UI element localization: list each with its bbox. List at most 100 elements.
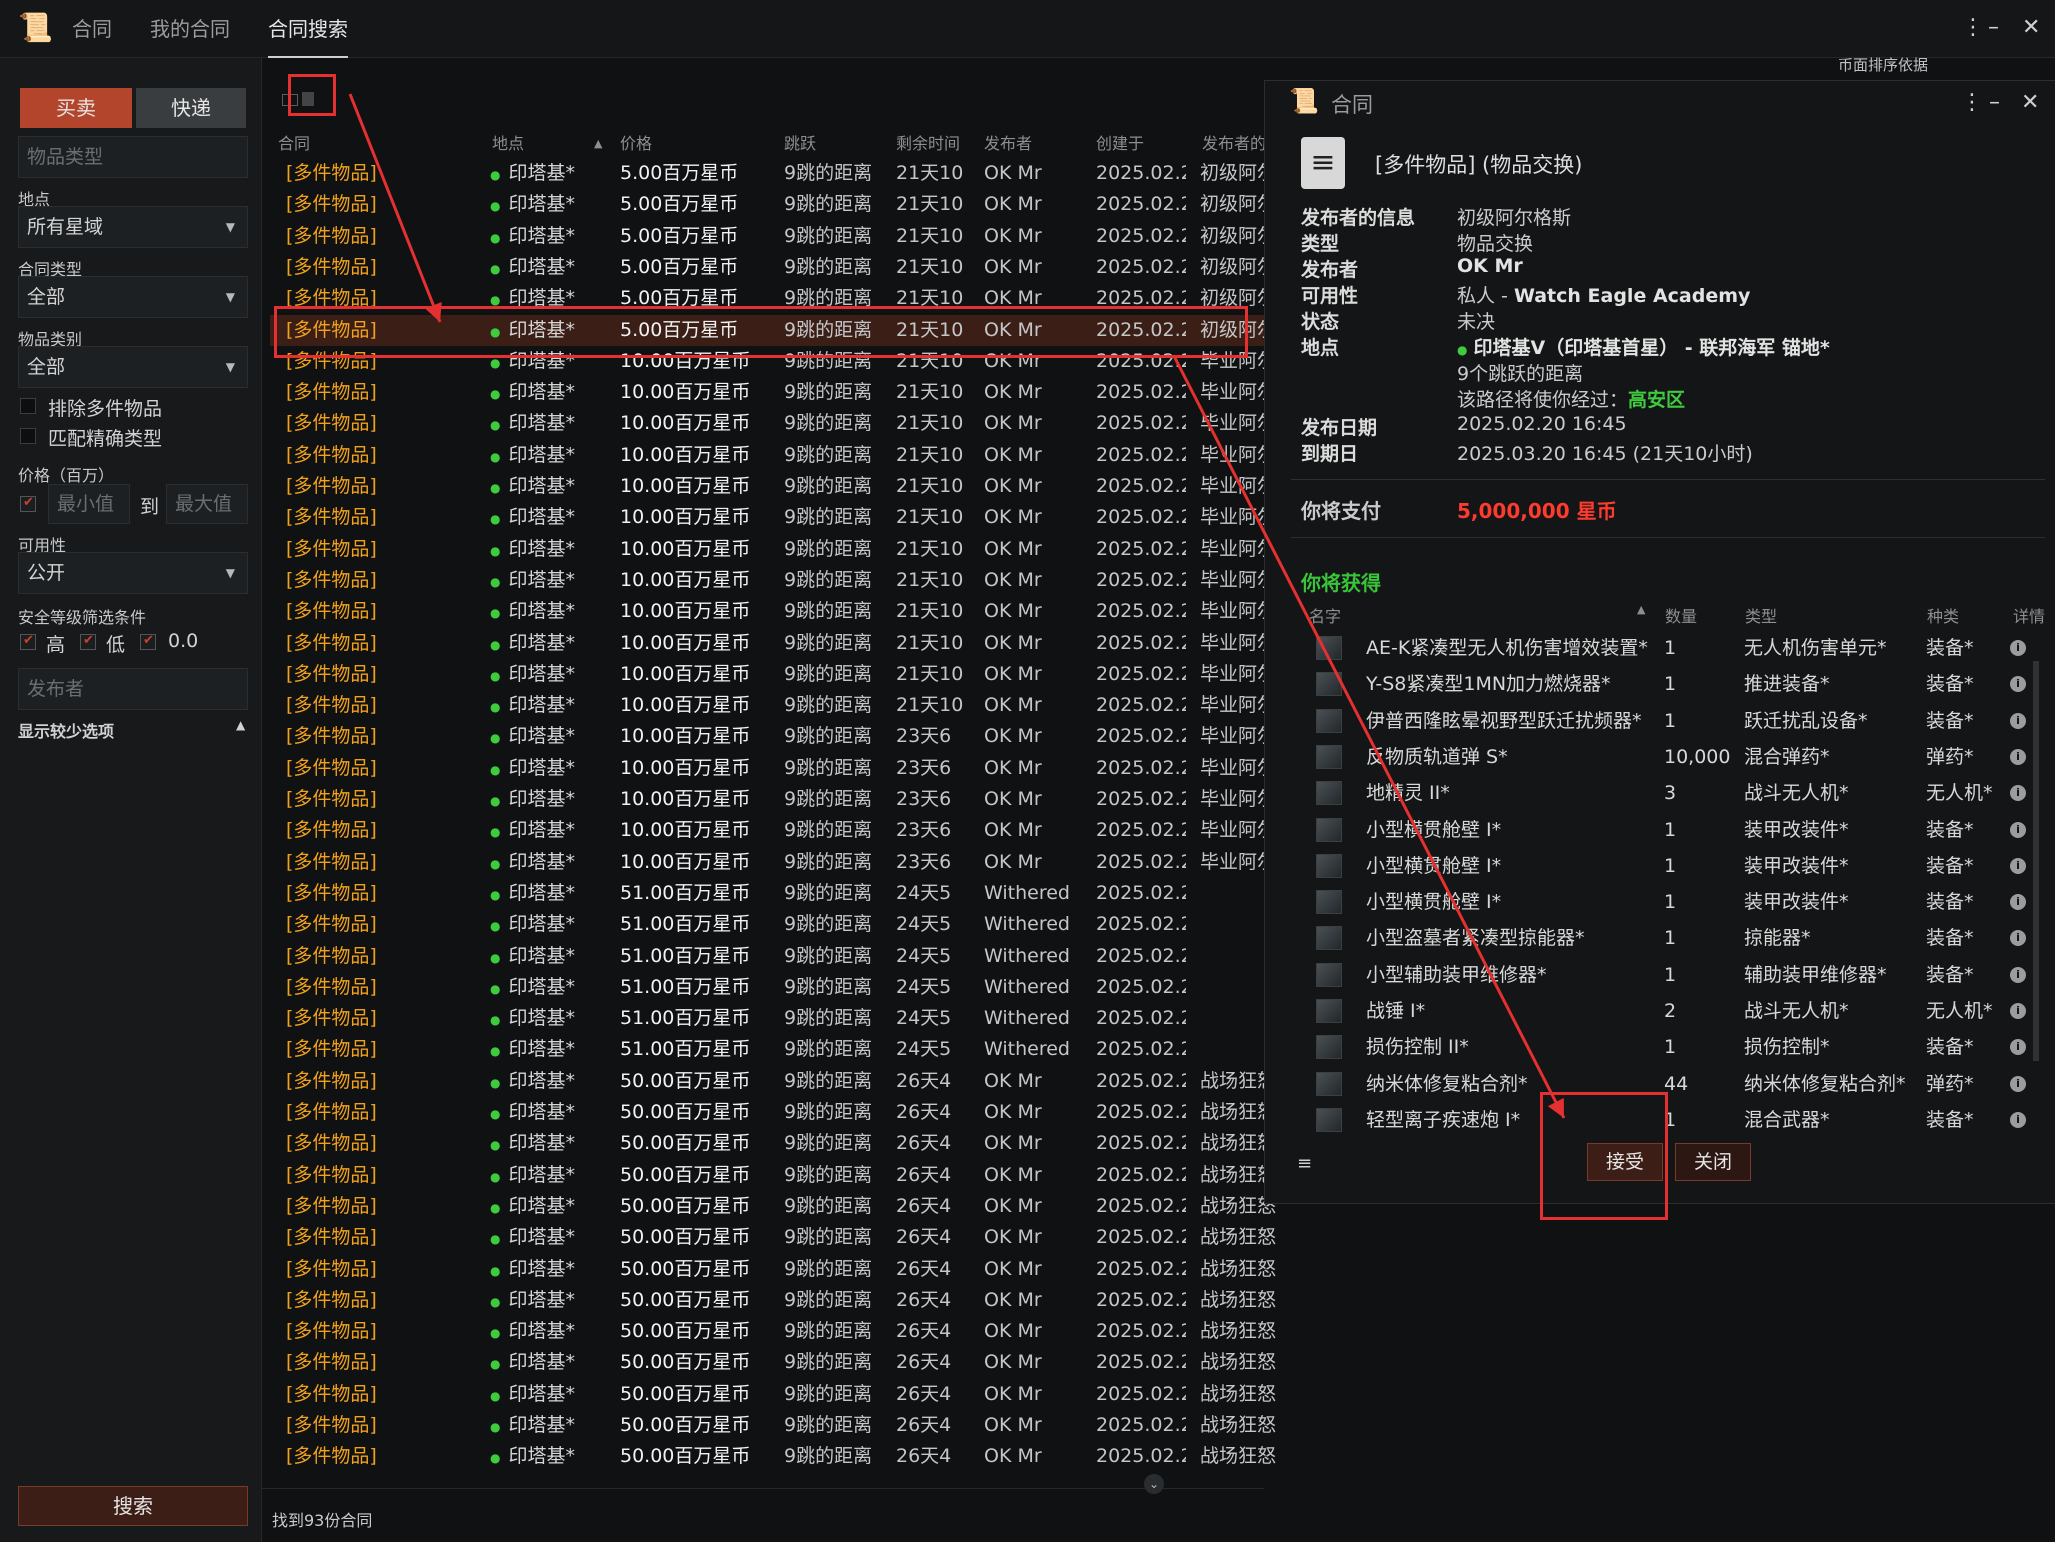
item-row[interactable]: 小型辅助装甲维修器* 1 辅助装甲维修器* 装备* i — [1300, 957, 2030, 993]
info-icon[interactable]: i — [2010, 676, 2026, 693]
sec-null-checkbox[interactable] — [140, 633, 156, 650]
contract-type-select[interactable]: 全部 ▼ — [18, 276, 248, 318]
table-row[interactable]: [多件物品] ● 印塔基* 10.00百万星币 9跳的距离 23天6 OK Mr 2025.0… — [270, 753, 1280, 784]
issuer-input[interactable]: 发布者 — [18, 668, 248, 710]
item-header-details[interactable]: 详情 — [2013, 603, 2045, 627]
table-row[interactable]: [多件物品] ● 印塔基* 50.00百万星币 9跳的距离 26天4 OK Mr 2025.0… — [270, 1316, 1280, 1347]
price-max-input[interactable]: 最大值 — [166, 484, 248, 524]
info-icon[interactable]: i — [2010, 785, 2026, 802]
table-row[interactable]: [多件物品] ● 印塔基* 10.00百万星币 9跳的距离 23天6 OK Mr 2025.0… — [270, 784, 1280, 815]
items-scrollbar[interactable] — [2033, 661, 2039, 1061]
col-header-price[interactable]: 价格 — [620, 132, 652, 156]
item-row[interactable]: 伊普西隆眩晕视野型跃迁扰频器* 1 跃迁扰乱设备* 装备* i — [1300, 703, 2030, 739]
table-row[interactable]: [多件物品] ● 印塔基* 50.00百万星币 9跳的距离 26天4 OK Mr 2025.0… — [270, 1128, 1280, 1159]
table-row[interactable]: [多件物品] ● 印塔基* 50.00百万星币 9跳的距离 26天4 OK Mr 2025.0… — [270, 1222, 1280, 1253]
info-icon[interactable]: i — [2010, 930, 2026, 947]
panel-close-icon[interactable]: ✕ — [2021, 91, 2039, 115]
table-row[interactable]: [多件物品] ● 印塔基* 10.00百万星币 9跳的距离 21天10 OK Mr 2025.… — [270, 377, 1280, 408]
table-row[interactable]: [多件物品] ● 印塔基* 51.00百万星币 9跳的距离 24天5 Withered 202… — [270, 972, 1280, 1003]
info-icon[interactable]: i — [2010, 966, 2026, 983]
menu-icon[interactable]: ⋮ — [1962, 16, 1984, 40]
table-row[interactable]: [多件物品] ● 印塔基* 10.00百万星币 9跳的距离 23天6 OK Mr 2025.0… — [270, 815, 1280, 846]
scroll-down-icon[interactable]: ⌄ — [1144, 1474, 1164, 1494]
value-location[interactable]: ● 印塔基V（印塔基首星） - 联邦海军 锚地* — [1457, 333, 1830, 360]
table-row[interactable]: [多件物品] ● 印塔基* 10.00百万星币 9跳的距离 21天10 OK Mr 2025.… — [270, 502, 1280, 533]
table-row[interactable]: [多件物品] ● 印塔基* 10.00百万星币 9跳的距离 21天10 OK Mr 2025.… — [270, 628, 1280, 659]
table-row[interactable]: [多件物品] ● 印塔基* 50.00百万星币 9跳的距离 26天4 OK Mr 2025.0… — [270, 1066, 1280, 1097]
table-row[interactable]: [多件物品] ● 印塔基* 51.00百万星币 9跳的距离 24天5 Withered 202… — [270, 941, 1280, 972]
item-category-select[interactable]: 全部 ▼ — [18, 346, 248, 388]
col-header-created[interactable]: 创建于 — [1096, 132, 1144, 156]
item-row[interactable]: 地精灵 II* 3 战斗无人机* 无人机* i — [1300, 775, 2030, 811]
table-row[interactable]: [多件物品] ● 印塔基* 10.00百万星币 9跳的距离 21天10 OK Mr 2025.… — [270, 471, 1280, 502]
panel-minimize-icon[interactable]: – — [1989, 91, 2000, 115]
table-row[interactable]: [多件物品] ● 印塔基* 50.00百万星币 9跳的距离 26天4 OK Mr 2025.0… — [270, 1379, 1280, 1410]
table-row[interactable]: [多件物品] ● 印塔基* 50.00百万星币 9跳的距离 26天4 OK Mr 2025.0… — [270, 1191, 1280, 1222]
col-header-issuer[interactable]: 发布者 — [984, 132, 1032, 156]
item-row[interactable]: 小型横贯舱壁 I* 1 装甲改装件* 装备* i — [1300, 812, 2030, 848]
table-row[interactable]: [多件物品] ● 印塔基* 51.00百万星币 9跳的距离 24天5 Withered 202… — [270, 1034, 1280, 1065]
table-row[interactable]: [多件物品] ● 印塔基* 10.00百万星币 9跳的距离 21天10 OK Mr 2025.… — [270, 565, 1280, 596]
info-icon[interactable]: i — [2010, 1111, 2026, 1128]
price-min-input[interactable]: 最小值 — [48, 484, 130, 524]
value-issuer[interactable]: OK Mr — [1457, 255, 1523, 277]
item-row[interactable]: Y-S8紧凑型1MN加力燃烧器* 1 推进装备* 装备* i — [1300, 666, 2030, 702]
price-checkbox[interactable] — [20, 495, 36, 512]
info-icon[interactable]: i — [2010, 1003, 2026, 1019]
close-icon[interactable]: ✕ — [2022, 16, 2040, 40]
table-row[interactable]: [多件物品] ● 印塔基* 50.00百万星币 9跳的距离 26天4 OK Mr 2025.0… — [270, 1347, 1280, 1378]
table-row[interactable]: [多件物品] ● 印塔基* 50.00百万星币 9跳的距离 26天4 OK Mr 2025.0… — [270, 1285, 1280, 1316]
table-row[interactable]: [多件物品] ● 印塔基* 51.00百万星币 9跳的距离 24天5 Withered 202… — [270, 1003, 1280, 1034]
table-row[interactable]: [多件物品] ● 印塔基* 50.00百万星币 9跳的距离 26天4 OK Mr 2025.0… — [270, 1160, 1280, 1191]
fewer-options-toggle[interactable]: 显示较少选项 — [18, 718, 114, 742]
info-icon[interactable]: i — [2010, 857, 2026, 874]
col-header-issuer-corp[interactable]: 发布者的 — [1202, 132, 1266, 156]
item-row[interactable]: 小型横贯舱壁 I* 1 装甲改装件* 装备* i — [1300, 884, 2030, 920]
buy-sell-toggle[interactable]: 买卖 — [20, 88, 132, 128]
info-icon[interactable]: i — [2010, 1075, 2026, 1092]
sec-high-checkbox[interactable] — [20, 633, 36, 650]
item-header-category[interactable]: 种类 — [1927, 603, 1959, 627]
exact-match-checkbox[interactable] — [20, 428, 36, 444]
table-row[interactable]: [多件物品] ● 印塔基* 51.00百万星币 9跳的距离 24天5 Withered 202… — [270, 909, 1280, 940]
tab-my-contracts[interactable]: 我的合同 — [150, 0, 230, 58]
item-header-name[interactable]: 名字 — [1309, 603, 1341, 627]
info-icon[interactable]: i — [2010, 712, 2026, 729]
item-header-qty[interactable]: 数量 — [1665, 603, 1697, 627]
availability-corp-link[interactable]: Watch Eagle Academy — [1514, 285, 1750, 307]
table-row[interactable]: [多件物品] ● 印塔基* 10.00百万星币 9跳的距离 21天10 OK Mr 2025.… — [270, 408, 1280, 439]
item-row[interactable]: AE-K紧凑型无人机伤害增效装置* 1 无人机伤害单元* 装备* i — [1300, 630, 2030, 666]
table-row[interactable]: [多件物品] ● 印塔基* 50.00百万星币 9跳的距离 26天4 OK Mr 2025.0… — [270, 1254, 1280, 1285]
hamburger-icon[interactable]: ≡ — [1297, 1153, 1312, 1174]
col-header-time-left[interactable]: 剩余时间 — [896, 132, 960, 156]
item-header-type[interactable]: 类型 — [1745, 603, 1777, 627]
table-row[interactable]: [多件物品] ● 印塔基* 10.00百万星币 9跳的距离 21天10 OK Mr 2025.… — [270, 534, 1280, 565]
courier-toggle[interactable]: 快递 — [136, 88, 246, 128]
sec-low-checkbox[interactable] — [80, 633, 96, 650]
table-row[interactable]: [多件物品] ● 印塔基* 10.00百万星币 9跳的距离 21天10 OK Mr 2025.… — [270, 596, 1280, 627]
item-row[interactable]: 反物质轨道弹 S* 10,000 混合弹药* 弹药* i — [1300, 739, 2030, 775]
info-icon[interactable]: i — [2010, 640, 2026, 656]
table-row[interactable]: [多件物品] ● 印塔基* 50.00百万星币 9跳的距离 26天4 OK Mr 2025.0… — [270, 1097, 1280, 1128]
table-row[interactable]: [多件物品] ● 印塔基* 10.00百万星币 9跳的距离 23天6 OK Mr 2025.0… — [270, 847, 1280, 878]
info-icon[interactable]: i — [2010, 821, 2026, 838]
col-header-jumps[interactable]: 跳跃 — [784, 132, 816, 156]
panel-menu-icon[interactable]: ⋮ — [1961, 91, 1983, 115]
location-select[interactable]: 所有星域 ▼ — [18, 206, 248, 248]
info-icon[interactable]: i — [2010, 1039, 2026, 1056]
info-icon[interactable]: i — [2010, 748, 2026, 765]
table-row[interactable]: [多件物品] ● 印塔基* 51.00百万星币 9跳的距离 24天5 Withered 202… — [270, 878, 1280, 909]
table-row[interactable]: [多件物品] ● 印塔基* 50.00百万星币 9跳的距离 26天4 OK Mr 2025.0… — [270, 1410, 1280, 1441]
info-icon[interactable]: i — [2010, 894, 2026, 911]
table-row[interactable]: [多件物品] ● 印塔基* 50.00百万星币 9跳的距离 26天4 OK Mr 2025.0… — [270, 1441, 1280, 1472]
item-row[interactable]: 损伤控制 II* 1 损伤控制* 装备* i — [1300, 1029, 2030, 1065]
item-row[interactable]: 小型横贯舱壁 I* 1 装甲改装件* 装备* i — [1300, 848, 2030, 884]
col-header-location[interactable]: 地点 — [492, 132, 524, 156]
table-row[interactable]: [多件物品] ● 印塔基* 5.00百万星币 9跳的距离 21天10 OK Mr 2025.0… — [270, 252, 1280, 283]
table-row[interactable]: [多件物品] ● 印塔基* 10.00百万星币 9跳的距离 21天10 OK Mr 2025.… — [270, 690, 1280, 721]
availability-select[interactable]: 公开 ▼ — [18, 552, 248, 594]
table-row[interactable]: [多件物品] ● 印塔基* 10.00百万星币 9跳的距离 21天10 OK Mr 2025.… — [270, 440, 1280, 471]
item-row[interactable]: 战锤 I* 2 战斗无人机* 无人机* i — [1300, 993, 2030, 1029]
close-button[interactable]: 关闭 — [1675, 1143, 1751, 1181]
table-row[interactable]: [多件物品] ● 印塔基* 5.00百万星币 9跳的距离 21天10 OK Mr 2025.0… — [270, 221, 1280, 252]
